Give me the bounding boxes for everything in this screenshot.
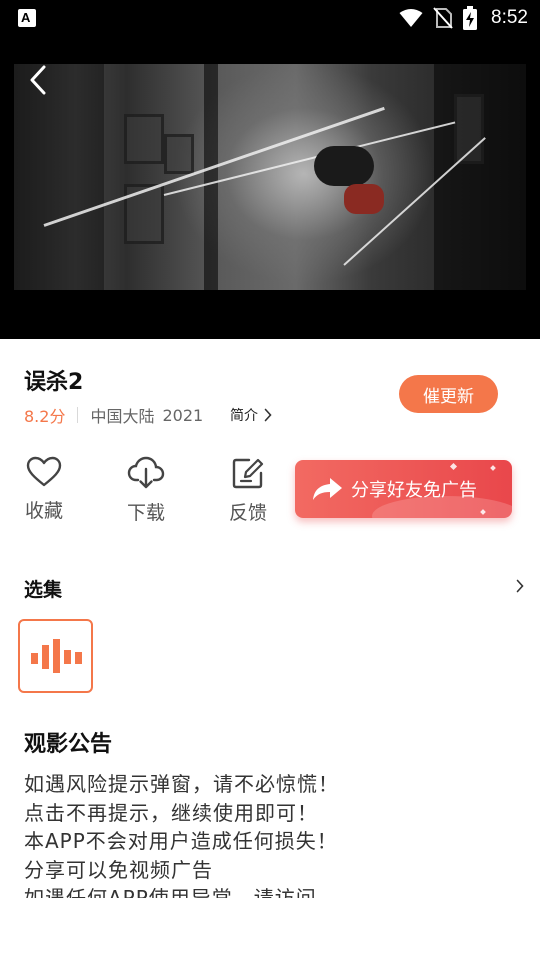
notice-body: 如遇风险提示弹窗，请不必惊慌！ 点击不再提示，继续使用即可！ 本APP不会对用户… xyxy=(24,770,524,898)
back-button[interactable] xyxy=(20,60,56,100)
sparkle-icon xyxy=(449,462,458,471)
urge-update-button[interactable]: 催更新 xyxy=(399,375,498,413)
notice-line: 本APP不会对用户造成任何损失！ xyxy=(24,829,338,853)
feedback-label: 反馈 xyxy=(228,502,267,524)
chevron-right-icon xyxy=(516,579,524,593)
download-button[interactable]: 下载 xyxy=(116,456,176,528)
video-frame xyxy=(14,64,526,290)
movie-year: 2021 xyxy=(162,405,204,425)
movie-meta: 8.2分 中国大陆 2021 xyxy=(24,404,204,427)
episode-item-current[interactable] xyxy=(18,619,93,693)
intro-link[interactable]: 简介 xyxy=(230,404,272,426)
video-scene-window xyxy=(164,134,194,174)
favorite-button[interactable]: 收藏 xyxy=(14,456,74,528)
download-label: 下载 xyxy=(126,502,165,524)
no-sim-icon xyxy=(433,7,453,29)
video-scene-window xyxy=(124,114,164,164)
chevron-right-icon xyxy=(264,408,272,422)
video-scene-wall xyxy=(204,64,218,290)
playing-bars-icon xyxy=(30,639,82,673)
share-banner-label: 分享好友免广告 xyxy=(351,480,477,501)
notice-line: 点击不再提示，继续使用即可！ xyxy=(24,800,318,825)
movie-score: 8.2分 xyxy=(24,407,66,426)
feedback-button[interactable]: 反馈 xyxy=(218,456,278,528)
video-scene-figure xyxy=(314,146,374,186)
app-badge-letter: A xyxy=(21,10,31,25)
video-scene-figure xyxy=(344,184,384,214)
clock: 8:52 xyxy=(491,7,528,28)
notice-line: 如遇任何APP使用异常，请访问 xyxy=(24,886,317,898)
movie-region: 中国大陆 xyxy=(90,407,155,426)
notice-line: 如遇风险提示弹窗，请不必惊慌！ xyxy=(24,772,339,796)
share-arrow-icon xyxy=(313,478,342,500)
heart-icon xyxy=(26,456,62,487)
meta-divider xyxy=(77,407,79,423)
edit-icon xyxy=(232,458,264,489)
episodes-more-button[interactable] xyxy=(510,576,530,596)
app-notification-icon: A xyxy=(18,9,36,27)
sparkle-icon xyxy=(490,465,496,471)
video-player[interactable] xyxy=(0,36,540,339)
battery-charging-icon xyxy=(463,6,478,30)
cloud-download-icon xyxy=(127,456,165,489)
chevron-left-icon xyxy=(30,65,46,95)
share-friends-banner[interactable]: 分享好友免广告 xyxy=(295,460,512,518)
favorite-label: 收藏 xyxy=(24,500,63,522)
wifi-icon xyxy=(399,9,423,27)
movie-title: 误杀2 xyxy=(24,370,84,395)
episodes-title: 选集 xyxy=(24,579,63,601)
status-icons: 8:52 xyxy=(399,0,528,36)
intro-label: 简介 xyxy=(230,408,258,424)
notice-line: 分享可以免视频广告 xyxy=(24,857,213,882)
status-bar: A 8:52 xyxy=(0,0,540,36)
notice-title: 观影公告 xyxy=(24,732,113,757)
